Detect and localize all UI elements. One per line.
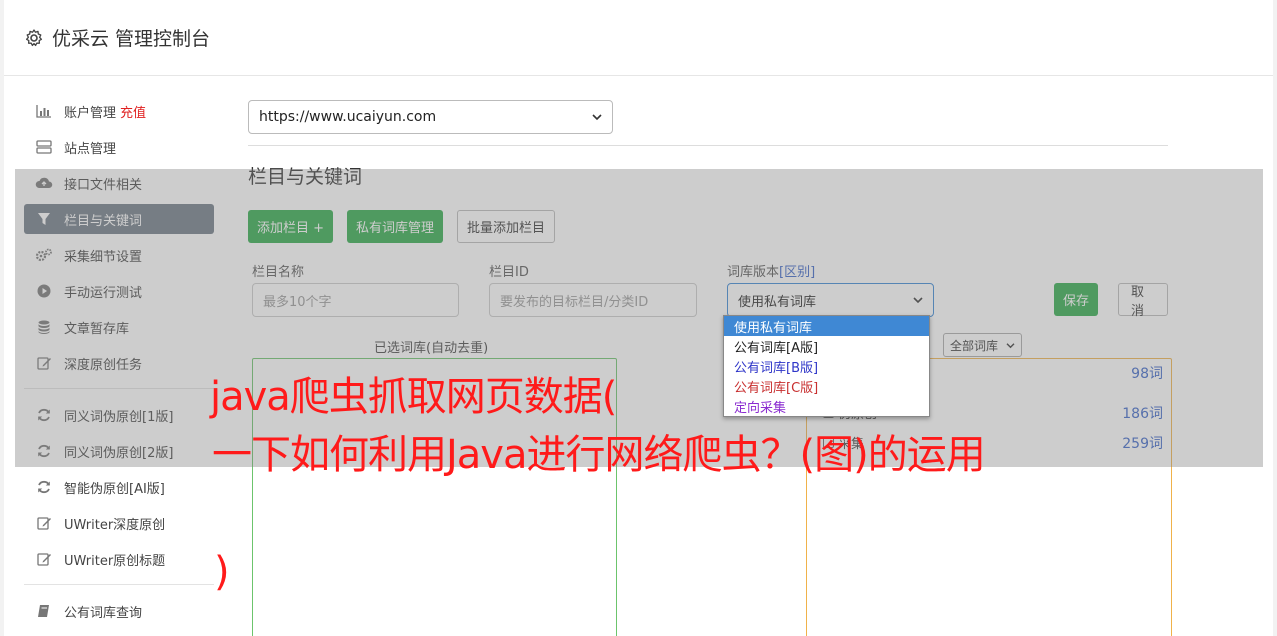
sidebar-item-uwriter-deep[interactable]: UWriter深度原创 (24, 508, 214, 538)
sidebar-divider (24, 584, 214, 585)
sidebar-item-uwriter-title[interactable]: UWriter原创标题 (24, 544, 214, 574)
sidebar-item-ai-rewrite[interactable]: 智能伪原创[AI版] (24, 472, 214, 502)
sidebar-item-label: 站点管理 (64, 141, 117, 157)
edit-icon (35, 551, 53, 567)
sidebar-item-label: UWriter深度原创 (64, 517, 166, 533)
watermark-line-3: ) (214, 549, 230, 595)
dropdown-option-public-c[interactable]: 公有词库[C版] (724, 376, 929, 396)
sidebar-item-label: 智能伪原创[AI版] (64, 481, 165, 497)
divider (248, 145, 1168, 146)
watermark-line-1: java爬虫抓取网页数据( (210, 374, 617, 420)
site-select-value: https://www.ucaiyun.com (259, 109, 437, 125)
lib-version-dropdown: 使用私有词库 公有词库[A版] 公有词库[B版] 公有词库[C版] 定向采集 (723, 315, 930, 417)
dropdown-option-public-a[interactable]: 公有词库[A版] (724, 336, 929, 356)
dropdown-option-public-b[interactable]: 公有词库[B版] (724, 356, 929, 376)
top-bar: 优采云 管理控制台 (4, 0, 1273, 76)
dropdown-option-targeted[interactable]: 定向采集 (724, 396, 929, 416)
gear-icon (25, 28, 43, 46)
chevron-down-icon (592, 114, 602, 121)
sidebar-item-label: 账户管理 (64, 105, 117, 121)
sidebar-item-sites[interactable]: 站点管理 (24, 132, 214, 162)
dropdown-option-private[interactable]: 使用私有词库 (724, 316, 929, 336)
edit-icon (35, 515, 53, 531)
recharge-link[interactable]: 充值 (120, 102, 146, 121)
gray-overlay (15, 169, 1263, 467)
app-title: 优采云 管理控制台 (52, 28, 211, 50)
site-select[interactable]: https://www.ucaiyun.com (248, 100, 613, 134)
sidebar-item-label: UWriter原创标题 (64, 553, 166, 569)
refresh-icon (35, 479, 53, 495)
bar-chart-icon (35, 103, 53, 119)
sidebar-item-public-lib[interactable]: 公有词库查询 (24, 596, 214, 626)
book-icon (35, 603, 53, 619)
server-icon (35, 139, 53, 155)
sidebar-item-label: 公有词库查询 (64, 605, 143, 621)
sidebar-item-account[interactable]: 账户管理 充值 (24, 96, 214, 126)
watermark-line-2: 一下如何利用Java进行网络爬虫？(图)的运用 (212, 432, 986, 478)
